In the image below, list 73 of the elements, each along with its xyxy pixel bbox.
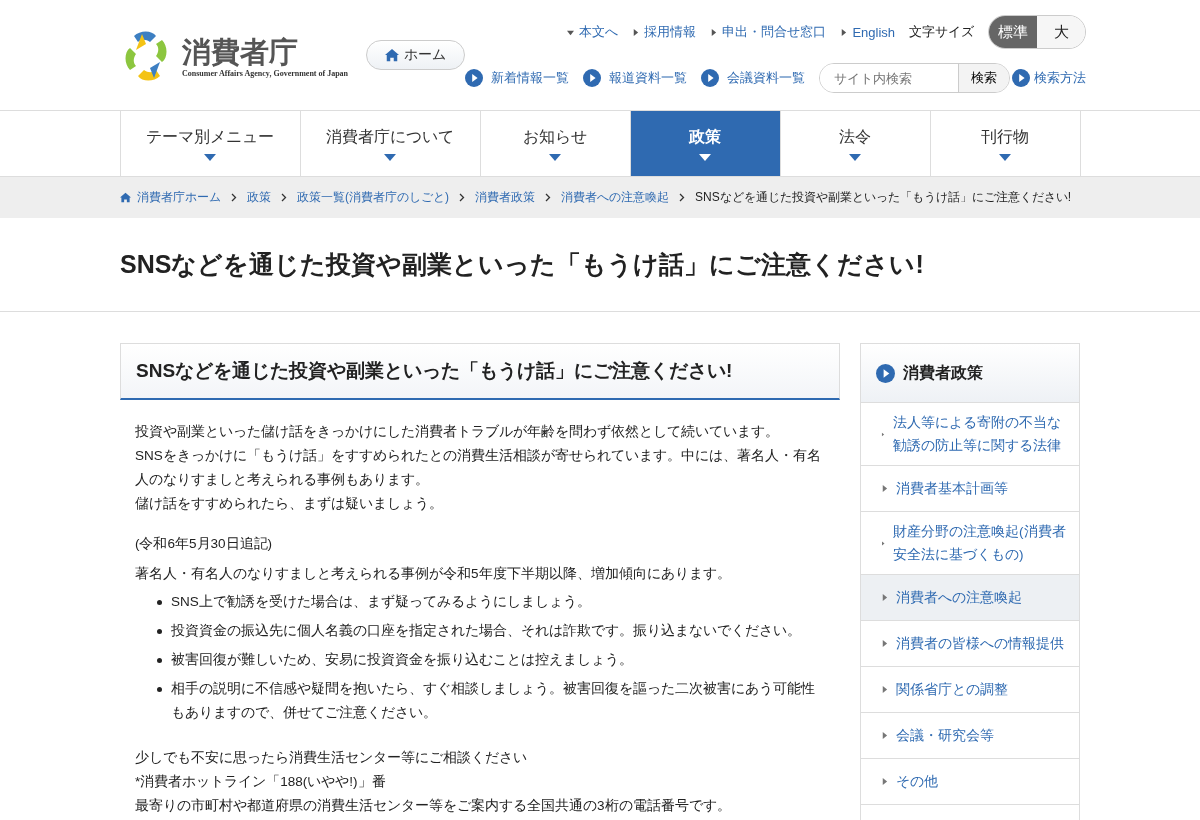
- caret-right-icon: [881, 640, 888, 647]
- caret-down-icon: [849, 153, 861, 161]
- chevron-right-icon: [545, 193, 551, 202]
- breadcrumb-link[interactable]: 消費者政策: [475, 189, 535, 206]
- font-size-option[interactable]: 大: [1037, 16, 1086, 48]
- home-button[interactable]: ホーム: [366, 40, 466, 70]
- caret-right-icon: [710, 28, 718, 36]
- note-date: (令和6年5月30日追記): [135, 535, 274, 553]
- home-icon: [385, 48, 400, 62]
- quick-link[interactable]: 報道資料一覧: [583, 69, 688, 87]
- play-circle-icon: [583, 69, 602, 87]
- bullet-item: SNS上で勧誘を受けた場合は、まず疑ってみるようにしましょう。: [171, 593, 591, 611]
- bullet-item: 投資資金の振込先に個人名義の口座を指定された場合、それは詐欺です。振り込まないでください。: [171, 622, 801, 640]
- chevron-right-icon: [679, 193, 685, 202]
- caret-right-icon: [881, 686, 888, 693]
- caret-down-icon: [699, 153, 711, 161]
- caret-right-icon: [881, 732, 888, 739]
- caret-right-icon: [881, 430, 885, 438]
- paragraph: 儲け話をすすめられたら、まずは疑いましょう。: [135, 495, 444, 513]
- bullet-item: 被害回復が難しいため、安易に投資資金を振り込むことは控えましょう。: [171, 651, 633, 669]
- bullet-icon: [157, 658, 162, 663]
- breadcrumb-link[interactable]: 消費者への注意喚起: [561, 189, 669, 206]
- bullet-icon: [157, 629, 162, 634]
- breadcrumb-link[interactable]: 政策一覧(消費者庁のしごと): [297, 189, 449, 206]
- caret-right-icon: [881, 778, 888, 785]
- logo-subtitle: Consumer Affairs Agency, Government of Japan: [182, 68, 349, 78]
- paragraph: 少しでも不安に思ったら消費生活センター等にご相談ください: [135, 749, 528, 767]
- chevron-right-icon: [459, 193, 465, 202]
- paragraph: 最寄りの市町村や都道府県の消費生活センター等をご案内する全国共通の3桁の電話番号です。: [135, 797, 732, 815]
- caret-right-icon: [881, 485, 888, 492]
- paragraph: SNSをきっかけに「もうけ話」をすすめられたとの消費生活相談が寄せられています。中には、著名人・有名人のなりすましと考えられる事例もあります。: [135, 447, 822, 489]
- quick-link[interactable]: 会議資料一覧: [701, 69, 806, 87]
- caret-down-icon: [384, 153, 396, 161]
- breadcrumb-link[interactable]: 政策: [247, 189, 271, 206]
- caret-down-icon: [204, 153, 216, 161]
- play-circle-icon: [1012, 69, 1031, 87]
- paragraph: 投資や副業といった儲け話をきっかけにした消費者トラブルが年齢を問わず依然として続いています。: [135, 423, 780, 441]
- chevron-right-icon: [231, 193, 237, 202]
- search-button[interactable]: 検索: [958, 64, 1010, 92]
- page-title: SNSなどを通じた投資や副業といった「もうけ話」にご注意ください!: [120, 249, 925, 280]
- top-link[interactable]: 申出・問合せ窓口: [710, 23, 827, 41]
- article-heading: SNSなどを通じた投資や副業といった「もうけ話」にご注意ください!: [120, 343, 840, 400]
- home-icon: [120, 192, 131, 203]
- nav-tab[interactable]: 政策: [630, 111, 781, 176]
- top-link[interactable]: English: [840, 24, 896, 40]
- caret-right-icon: [632, 28, 640, 36]
- breadcrumb-current: SNSなどを通じた投資や副業といった「もうけ話」にご注意ください!: [695, 189, 1071, 206]
- bullet-icon: [157, 600, 162, 605]
- top-link[interactable]: 採用情報: [632, 23, 697, 41]
- paragraph: *消費者ホットライン「188(いやや!)」番: [135, 773, 387, 791]
- sidebar-title: 消費者政策: [903, 362, 983, 383]
- search-help-link[interactable]: 検索方法: [1012, 69, 1087, 87]
- chevron-right-icon: [281, 193, 287, 202]
- caret-right-icon: [840, 28, 848, 36]
- search-field[interactable]: サイト内検索 検索: [819, 63, 1011, 93]
- play-circle-icon: [876, 363, 895, 383]
- top-link[interactable]: 本文へ: [567, 23, 619, 41]
- font-size-label: 文字サイズ: [909, 23, 975, 41]
- caret-down-icon: [549, 153, 561, 161]
- paragraph: 著名人・有名人のなりすましと考えられる事例が令和5年度下半期以降、増加傾向にあります。: [135, 565, 732, 583]
- caret-down-icon: [999, 153, 1011, 161]
- bullet-item: 相手の説明に不信感や疑問を抱いたら、すぐ相談しましょう。被害回復を謳った二次被害にあう可能性もありますので、併せてご注意ください。: [171, 680, 816, 722]
- sidebar-item[interactable]: 消費者への注意喚起: [861, 575, 1079, 621]
- play-circle-icon: [701, 69, 720, 87]
- font-size-option[interactable]: 標準: [989, 16, 1038, 48]
- caret-down-icon: [567, 28, 575, 36]
- caret-right-icon: [881, 539, 885, 547]
- breadcrumb-link[interactable]: 消費者庁ホーム: [120, 189, 221, 206]
- logo-name: 消費者庁: [182, 34, 299, 69]
- caret-right-icon: [881, 594, 888, 601]
- play-circle-icon: [465, 69, 484, 87]
- quick-link[interactable]: 新着情報一覧: [465, 69, 570, 87]
- bullet-icon: [157, 687, 162, 692]
